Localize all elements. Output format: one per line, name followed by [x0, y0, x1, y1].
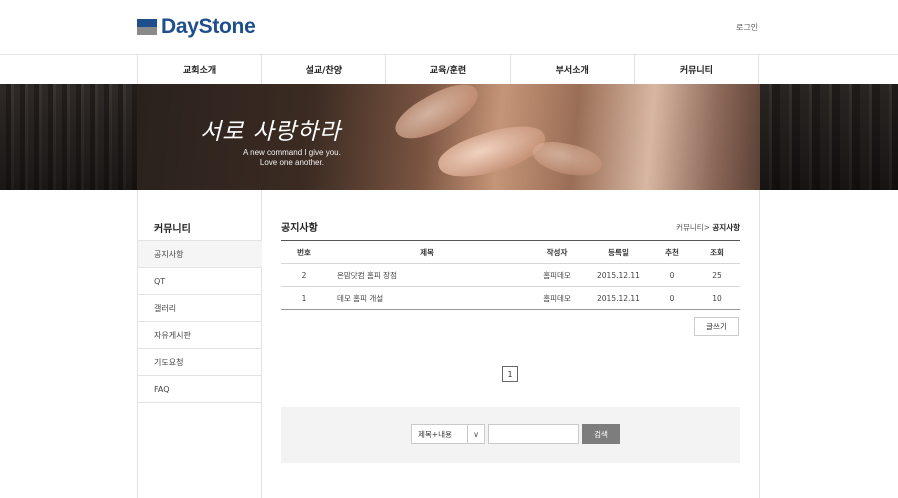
search-button[interactable]: 검색 — [582, 424, 620, 444]
cell-subject-link[interactable]: 데모 홈피 개설 — [327, 286, 527, 310]
cell-writer: 홈피데모 — [527, 286, 587, 310]
cell-no: 1 — [281, 286, 327, 310]
banner-photo-left — [0, 84, 137, 190]
banner-photo-right — [760, 84, 898, 190]
column-header-no: 번호 — [281, 240, 327, 264]
nav-item-sermon-praise[interactable]: 설교/찬양 — [262, 55, 387, 84]
column-header-views: 조회 — [694, 240, 740, 264]
cell-subject-link[interactable]: 온맘닷컴 홈피 장점 — [327, 263, 527, 287]
column-header-date: 등록일 — [587, 240, 650, 264]
content-divider — [759, 190, 760, 498]
cell-date: 2015.12.11 — [587, 286, 650, 310]
column-header-subject: 제목 — [327, 240, 527, 264]
notice-table: 번호 제목 작성자 등록일 추천 조회 2 온맘닷컴 홈피 장점 홈피데모 20… — [281, 240, 740, 310]
search-select-value: 제목+내용 — [418, 429, 452, 439]
sidebar-item-faq[interactable]: FAQ — [138, 376, 262, 403]
search-area: 제목+내용 ∨ 검색 — [281, 407, 740, 463]
hero-banner: 서로 사랑하라 A new command I give you. Love o… — [0, 84, 898, 190]
table-row: 2 온맘닷컴 홈피 장점 홈피데모 2015.12.11 0 25 — [281, 263, 740, 287]
table-row: 1 데모 홈피 개설 홈피데모 2015.12.11 0 10 — [281, 286, 740, 310]
sidebar-menu: 공지사항 QT 갤러리 자유게시판 기도요청 FAQ — [138, 240, 262, 403]
nav-item-church-intro[interactable]: 교회소개 — [138, 55, 263, 84]
cell-recommend: 0 — [650, 286, 694, 310]
sidebar-item-gallery[interactable]: 갤러리 — [138, 295, 262, 322]
logo-text: DayStone — [161, 15, 256, 38]
pagination-page-current[interactable]: 1 — [502, 366, 518, 382]
sidebar-title: 커뮤니티 — [154, 224, 191, 235]
column-header-recommend: 추천 — [650, 240, 694, 264]
cell-views: 25 — [694, 263, 740, 287]
search-field-select[interactable]: 제목+내용 ∨ — [411, 424, 485, 444]
search-input[interactable] — [488, 424, 579, 444]
banner-subtitle: A new command I give you. Love one anoth… — [243, 148, 341, 168]
sidebar-item-prayer[interactable]: 기도요청 — [138, 349, 262, 376]
nav-item-education[interactable]: 교육/훈련 — [386, 55, 511, 84]
breadcrumb-current: 공지사항 — [712, 223, 740, 232]
login-link[interactable]: 로그인 — [736, 22, 758, 33]
cell-recommend: 0 — [650, 263, 694, 287]
logo-mark-icon — [137, 19, 157, 35]
site-header: DayStone 로그인 — [0, 0, 898, 55]
sidebar: 커뮤니티 공지사항 QT 갤러리 자유게시판 기도요청 FAQ — [137, 190, 262, 498]
nav-item-departments[interactable]: 부서소개 — [511, 55, 635, 84]
cell-views: 10 — [694, 286, 740, 310]
cell-writer: 홈피데모 — [527, 263, 587, 287]
banner-subtitle-line: A new command I give you. — [243, 148, 341, 157]
breadcrumb-parent[interactable]: 커뮤니티> — [676, 223, 710, 232]
logo[interactable]: DayStone — [137, 15, 256, 39]
main-nav: 교회소개 설교/찬양 교육/훈련 부서소개 커뮤니티 — [137, 55, 760, 84]
cell-no: 2 — [281, 263, 327, 287]
write-button[interactable]: 글쓰기 — [694, 317, 739, 336]
breadcrumb: 커뮤니티> 공지사항 — [676, 222, 740, 233]
nav-item-community[interactable]: 커뮤니티 — [635, 55, 760, 84]
page-title: 공지사항 — [281, 223, 318, 234]
sidebar-item-qt[interactable]: QT — [138, 268, 262, 295]
table-header-row: 번호 제목 작성자 등록일 추천 조회 — [281, 240, 740, 264]
sidebar-item-free-board[interactable]: 자유게시판 — [138, 322, 262, 349]
cell-date: 2015.12.11 — [587, 263, 650, 287]
banner-slogan: 서로 사랑하라 — [200, 119, 342, 145]
chevron-down-icon[interactable]: ∨ — [467, 425, 484, 443]
sidebar-item-notice[interactable]: 공지사항 — [138, 241, 262, 268]
banner-subtitle-line: Love one another. — [259, 158, 324, 167]
column-header-writer: 작성자 — [527, 240, 587, 264]
